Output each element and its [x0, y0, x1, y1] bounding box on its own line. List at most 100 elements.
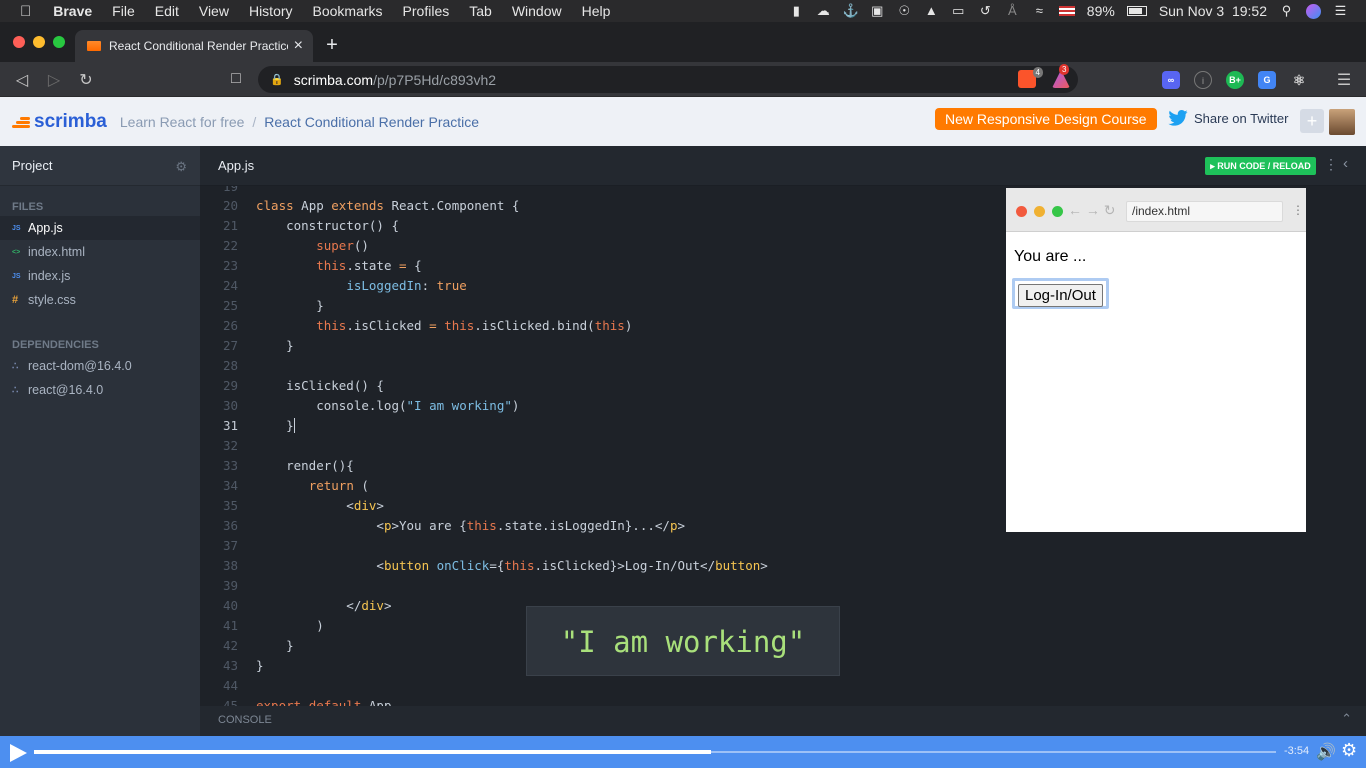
collapse-chevron-icon[interactable]: ‹	[1343, 155, 1348, 172]
menu-clock[interactable]: Sun Nov 3 19:52	[1159, 3, 1267, 19]
share-twitter-label: Share on Twitter	[1194, 110, 1289, 126]
extension-link-icon[interactable]: ∞	[1162, 71, 1180, 89]
player-settings-icon[interactable]: ⚙	[1341, 740, 1357, 761]
editor-tab-app-js[interactable]: App.js	[218, 158, 254, 173]
preview-browser: ← → ↻ /index.html ⋮ You are ... Log-In/O…	[1006, 188, 1306, 532]
console-panel-bar[interactable]: CONSOLE ⌃	[200, 706, 1366, 736]
preview-url-field[interactable]: /index.html	[1126, 201, 1283, 222]
battery-icon[interactable]	[1126, 6, 1147, 16]
menu-window[interactable]: Window	[502, 3, 572, 19]
drive-icon[interactable]: ▲	[924, 4, 939, 18]
menu-profiles[interactable]: Profiles	[393, 3, 460, 19]
play-icon[interactable]	[10, 744, 27, 762]
line-number: 25	[222, 298, 238, 313]
package-icon: ∴	[12, 360, 19, 372]
input-source-flag-icon[interactable]	[1058, 6, 1075, 16]
tab-title: React Conditional Render Practice	[109, 39, 288, 53]
menu-tab[interactable]: Tab	[459, 3, 502, 19]
share-twitter-button[interactable]: Share on Twitter	[1168, 110, 1288, 126]
forward-button[interactable]: ▷	[44, 70, 64, 90]
volume-icon[interactable]: 🔊	[1316, 742, 1336, 762]
code-line: <button onClick={this.isClicked}>Log-In/…	[256, 558, 768, 573]
spotlight-search-icon[interactable]: ⚲	[1279, 4, 1294, 18]
menu-edit[interactable]: Edit	[145, 3, 189, 19]
file-item-index-html[interactable]: <> index.html	[0, 240, 200, 264]
code-line: }	[256, 638, 294, 653]
extension-bplus-icon[interactable]: B+	[1226, 71, 1244, 89]
google-translate-icon[interactable]: G	[1258, 71, 1276, 89]
code-line: export default App	[256, 698, 392, 706]
dependency-item[interactable]: ∴ react@16.4.0	[0, 378, 200, 402]
time-machine-icon[interactable]: ↺	[978, 4, 993, 18]
brave-shields-icon[interactable]: 4	[1018, 67, 1043, 88]
settings-gear-icon[interactable]: ⚙	[175, 159, 187, 175]
css-file-icon: #	[12, 294, 19, 306]
line-number: 40	[222, 598, 238, 613]
user-avatar[interactable]	[1329, 109, 1355, 135]
menu-file[interactable]: File	[102, 3, 145, 19]
breadcrumb-course-link[interactable]: Learn React for free	[120, 114, 245, 130]
add-button[interactable]: +	[1300, 109, 1324, 133]
preview-menu-icon[interactable]: ⋮	[1292, 203, 1304, 217]
reload-button[interactable]: ↻	[76, 70, 96, 90]
sidebar-header: Project ⚙	[0, 146, 200, 186]
apple-menu-icon[interactable]: 	[0, 3, 43, 20]
preview-nav-arrows-icon[interactable]: ← → ↻	[1068, 202, 1116, 219]
line-number: 37	[222, 538, 238, 553]
dependency-name: react-dom@16.4.0	[28, 359, 132, 373]
preview-close-dot	[1016, 206, 1027, 217]
airplay-icon[interactable]: ▭	[951, 4, 966, 18]
menu-view[interactable]: View	[189, 3, 239, 19]
docker-icon[interactable]: ⚓	[843, 4, 859, 18]
file-name: App.js	[28, 221, 63, 235]
wifi-icon[interactable]: ≈	[1032, 4, 1047, 18]
cloud-status-icon[interactable]: ☁	[816, 4, 831, 18]
siri-icon[interactable]	[1306, 3, 1321, 19]
back-button[interactable]: ◁	[12, 70, 32, 90]
browser-menu-icon[interactable]: ☰	[1334, 70, 1354, 90]
dependency-item[interactable]: ∴ react-dom@16.4.0	[0, 354, 200, 378]
code-line: }	[256, 658, 264, 673]
more-options-icon[interactable]: ⋮	[1324, 156, 1338, 173]
scrimba-logo[interactable]: scrimba	[12, 111, 107, 133]
window-close-button[interactable]	[13, 36, 25, 48]
line-number: 28	[222, 358, 238, 373]
code-line-current: }	[256, 418, 295, 433]
menu-history[interactable]: History	[239, 3, 303, 19]
line-number: 33	[222, 458, 238, 473]
file-item-app-js[interactable]: JS App.js	[0, 216, 200, 240]
tab-close-icon[interactable]: ×	[294, 37, 303, 55]
line-number: 35	[222, 498, 238, 513]
time-remaining: -3:54	[1284, 745, 1310, 757]
file-item-index-js[interactable]: JS index.js	[0, 264, 200, 288]
progress-track[interactable]	[34, 750, 1276, 754]
camera-icon[interactable]: ▣	[870, 4, 885, 18]
login-logout-button[interactable]: Log-In/Out	[1018, 284, 1103, 307]
lock-icon[interactable]: 🔒	[270, 73, 284, 86]
new-course-button[interactable]: New Responsive Design Course	[935, 108, 1157, 130]
window-maximize-button[interactable]	[53, 36, 65, 48]
app-menu-brave[interactable]: Brave	[43, 3, 102, 19]
menu-bookmarks[interactable]: Bookmarks	[303, 3, 393, 19]
code-line: render(){	[256, 458, 354, 473]
code-line: )	[256, 618, 324, 633]
file-item-style-css[interactable]: # style.css	[0, 288, 200, 312]
line-number: 34	[222, 478, 238, 493]
extension-info-icon[interactable]: i	[1194, 71, 1212, 89]
bluetooth-icon[interactable]: Å	[1005, 4, 1020, 18]
address-bar[interactable]: 🔒 scrimba.com /p/p7P5Hd/c893vh2 4	[258, 66, 1078, 93]
onepassword-icon[interactable]: ☉	[897, 4, 912, 18]
bookmark-status-icon[interactable]: ▮	[789, 4, 804, 18]
react-devtools-icon[interactable]: ⚛	[1290, 71, 1308, 89]
browser-tab-active[interactable]: React Conditional Render Practice ×	[75, 30, 313, 62]
preview-maximize-dot	[1052, 206, 1063, 217]
window-minimize-button[interactable]	[33, 36, 45, 48]
run-code-button[interactable]: ▸ RUN CODE / RELOAD	[1205, 157, 1316, 175]
new-tab-button[interactable]: +	[322, 34, 342, 57]
browser-toolbar: ◁ ▷ ↻ □ 🔒 scrimba.com /p/p7P5Hd/c893vh2 …	[0, 62, 1366, 97]
expand-console-icon[interactable]: ⌃	[1341, 711, 1352, 727]
bookmark-button[interactable]: □	[226, 70, 246, 88]
notification-center-icon[interactable]: ☰	[1333, 4, 1348, 18]
menu-help[interactable]: Help	[572, 3, 621, 19]
preview-minimize-dot	[1034, 206, 1045, 217]
